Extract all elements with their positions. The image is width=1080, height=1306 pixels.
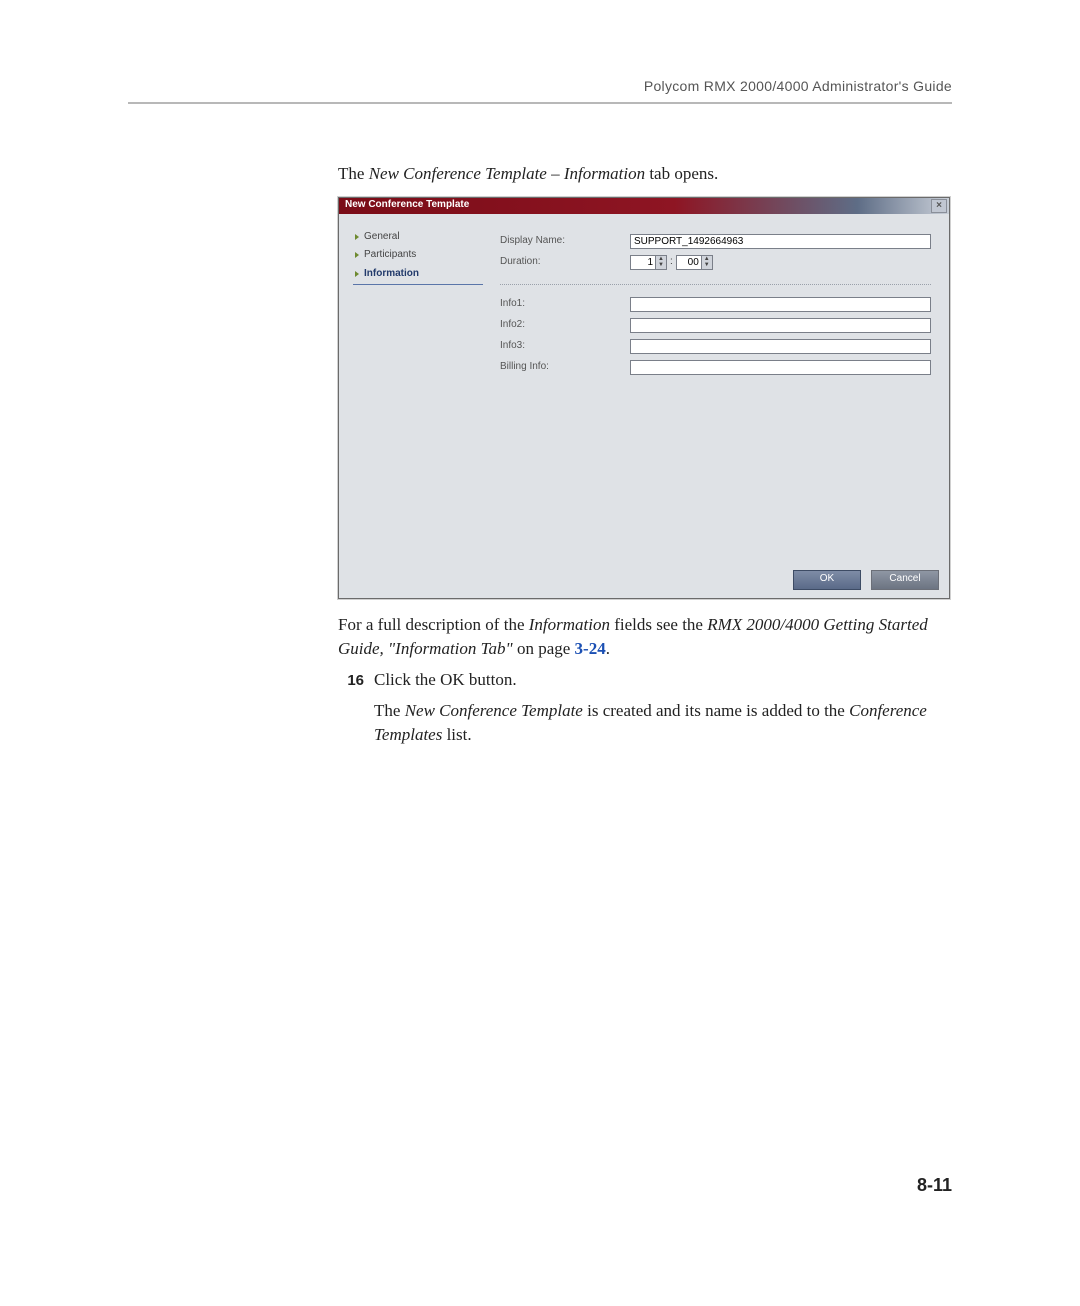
step-l2-c: list. (442, 725, 471, 744)
header-rule (128, 102, 952, 104)
intro-paragraph: The New Conference Template – Informatio… (338, 162, 952, 187)
label-display-name: Display Name: (500, 234, 630, 249)
step-16: 16 Click the OK button. The New Conferen… (338, 668, 952, 754)
sidenav-item-general[interactable]: General (347, 228, 487, 247)
after-paragraph: For a full description of the Informatio… (338, 613, 952, 662)
duration-hours-spinner[interactable]: ▲▼ (656, 255, 667, 270)
chevron-right-icon (355, 271, 359, 277)
page-reference-link[interactable]: 3-24 (575, 639, 606, 658)
cancel-button[interactable]: Cancel (871, 570, 939, 590)
after-p1-i1: Information (529, 615, 610, 634)
after-p1-c: on page (513, 639, 575, 658)
info1-input[interactable] (630, 297, 931, 312)
step-number: 16 (338, 668, 364, 754)
label-info2: Info2: (500, 318, 630, 333)
step-line1: Click the OK button. (374, 668, 952, 693)
label-info3: Info3: (500, 339, 630, 354)
ok-button[interactable]: OK (793, 570, 861, 590)
intro-prefix: The (338, 164, 369, 183)
intro-suffix: tab opens. (645, 164, 718, 183)
new-conference-template-dialog: New Conference Template × General Partic… (338, 197, 950, 599)
running-header: Polycom RMX 2000/4000 Administrator's Gu… (128, 78, 952, 94)
step-l2-a: The (374, 701, 405, 720)
sidenav-label-information: Information (364, 267, 419, 282)
dialog-title: New Conference Template (345, 198, 931, 213)
info3-input[interactable] (630, 339, 931, 354)
dialog-titlebar: New Conference Template × (339, 198, 949, 214)
sidenav-item-participants[interactable]: Participants (347, 246, 487, 265)
label-info1: Info1: (500, 297, 630, 312)
dialog-sidenav: General Participants Information (347, 222, 487, 556)
sidenav-label-general: General (364, 230, 400, 245)
close-icon[interactable]: × (931, 199, 947, 213)
after-p1-b: fields see the (610, 615, 707, 634)
chevron-right-icon (355, 234, 359, 240)
sidenav-label-participants: Participants (364, 248, 416, 263)
chevron-right-icon (355, 252, 359, 258)
display-name-input[interactable] (630, 234, 931, 249)
page-number: 8-11 (917, 1175, 952, 1196)
intro-italic: New Conference Template – Information (369, 164, 645, 183)
label-duration: Duration: (500, 255, 630, 270)
duration-minutes-input[interactable] (676, 255, 702, 270)
step-line2: The New Conference Template is created a… (374, 699, 952, 748)
duration-stepper: ▲▼ : ▲▼ (630, 255, 713, 270)
info2-input[interactable] (630, 318, 931, 333)
billing-input[interactable] (630, 360, 931, 375)
sidenav-item-information[interactable]: Information (347, 265, 487, 284)
step-l2-b: is created and its name is added to the (583, 701, 849, 720)
duration-hours-input[interactable] (630, 255, 656, 270)
duration-colon: : (667, 255, 676, 270)
step-l2-i1: New Conference Template (405, 701, 583, 720)
after-p1-d: . (606, 639, 610, 658)
dialog-form: Display Name: Duration: ▲▼ : (487, 222, 941, 556)
label-billing: Billing Info: (500, 360, 630, 375)
duration-minutes-spinner[interactable]: ▲▼ (702, 255, 713, 270)
after-p1-a: For a full description of the (338, 615, 529, 634)
